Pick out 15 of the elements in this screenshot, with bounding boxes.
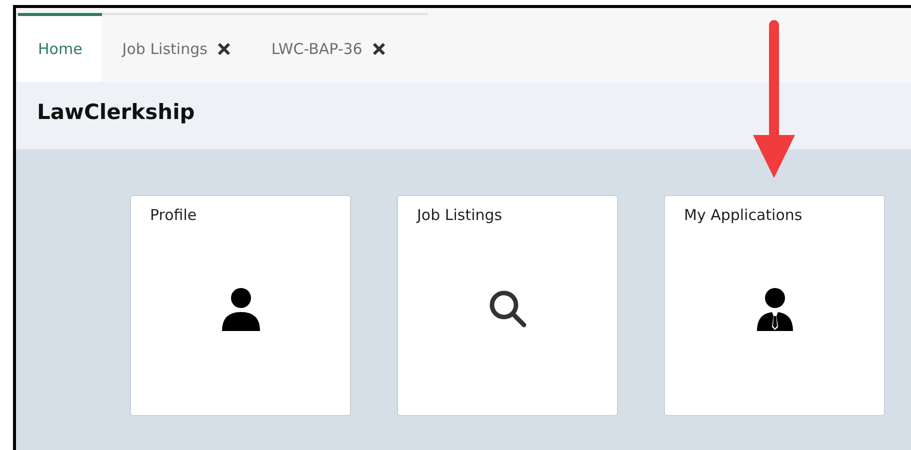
businessman-icon xyxy=(754,286,794,330)
tile-title: Profile xyxy=(150,206,197,224)
tab[interactable]: Job Listings xyxy=(102,13,252,82)
tab[interactable]: LWC-BAP-36 xyxy=(251,13,406,82)
app-tile[interactable]: My Applications xyxy=(664,195,885,416)
search-icon xyxy=(488,288,528,328)
tile-title: Job Listings xyxy=(417,206,502,224)
close-icon[interactable] xyxy=(217,42,232,56)
tab[interactable]: Home xyxy=(18,13,102,82)
page-title: LawClerkship xyxy=(37,100,196,124)
close-icon[interactable] xyxy=(372,42,386,56)
app-tile[interactable]: Profile xyxy=(130,195,351,416)
tile-title: My Applications xyxy=(684,206,802,224)
app-tile[interactable]: Job Listings xyxy=(397,195,618,416)
person-icon xyxy=(220,286,260,330)
